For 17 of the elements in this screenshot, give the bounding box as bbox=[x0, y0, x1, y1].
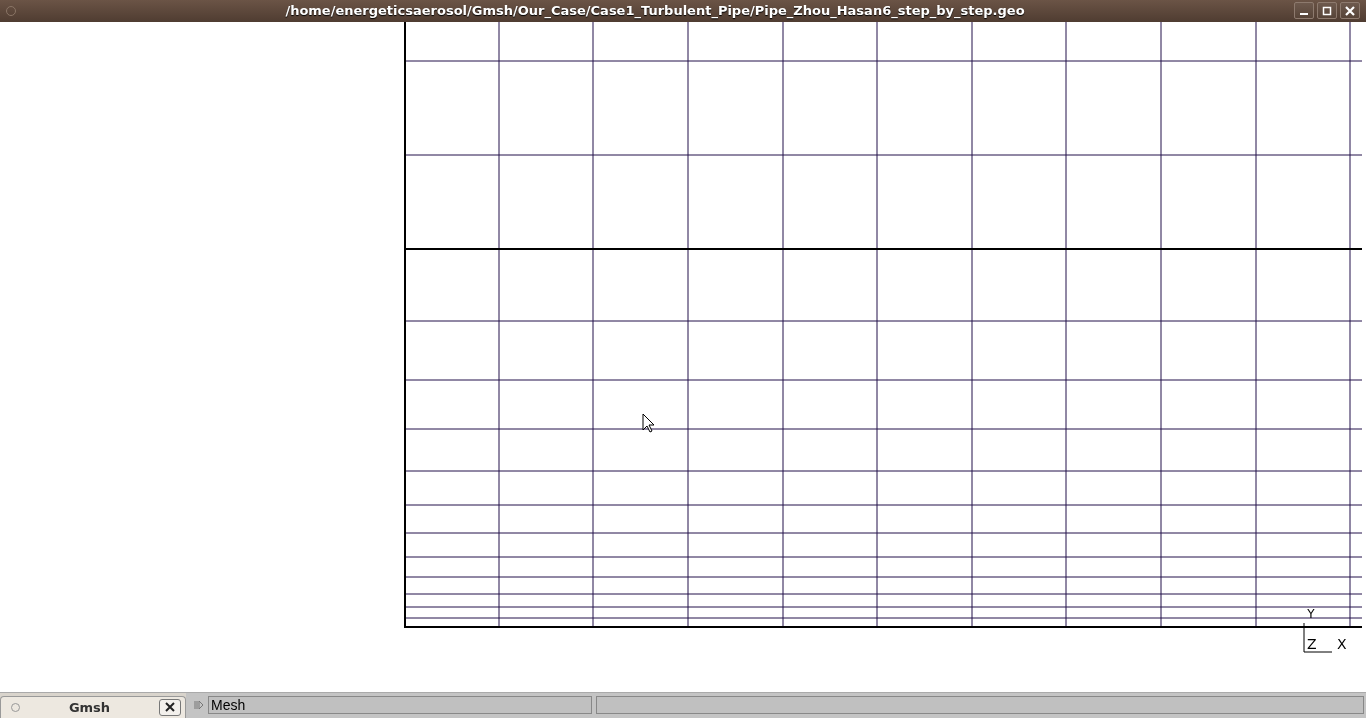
close-button[interactable] bbox=[1340, 2, 1360, 20]
close-icon bbox=[1345, 5, 1355, 16]
axis-label: Z bbox=[1307, 635, 1317, 652]
status-message: Mesh bbox=[208, 696, 592, 715]
axes-triad-icon bbox=[1303, 622, 1333, 653]
taskbar-tab[interactable]: Gmsh bbox=[0, 695, 186, 718]
axis-label: X bbox=[1337, 635, 1347, 652]
mouse-pointer-icon bbox=[642, 413, 655, 433]
maximize-button[interactable] bbox=[1317, 2, 1337, 20]
window-title: /home/energeticsaerosol/Gmsh/Our_Case/Case1_Turbulent_Pipe/Pipe_Zhou_Hasan6_step_by_step.geo bbox=[284, 3, 1026, 19]
minimize-button[interactable] bbox=[1294, 2, 1314, 20]
minimize-icon bbox=[1300, 12, 1308, 15]
maximize-icon bbox=[1322, 5, 1332, 16]
axis-label: Y bbox=[1307, 606, 1315, 621]
close-icon bbox=[165, 702, 175, 713]
close-button[interactable] bbox=[159, 698, 181, 716]
play-icon[interactable] bbox=[194, 700, 204, 711]
